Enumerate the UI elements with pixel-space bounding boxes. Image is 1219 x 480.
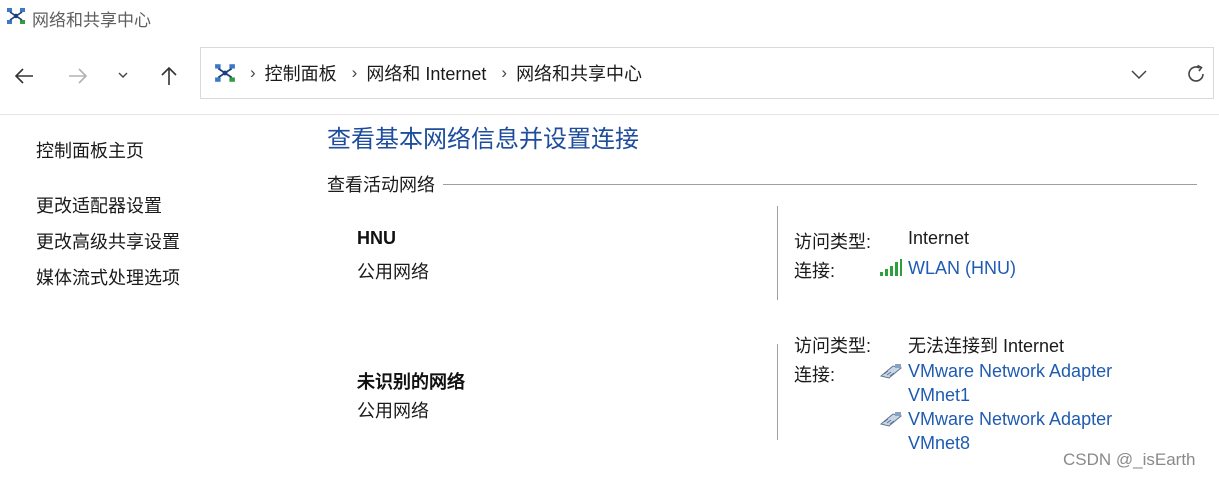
chevron-down-icon <box>118 72 128 78</box>
network-center-icon <box>6 6 26 26</box>
network-type-link[interactable]: 公用网络 <box>357 397 429 423</box>
forward-button[interactable] <box>64 62 92 90</box>
adapter-name: VMware Network Adapter <box>908 361 1113 381</box>
section-divider <box>440 184 1197 185</box>
network-divider <box>777 206 778 300</box>
chevron-right-icon: › <box>351 63 358 82</box>
adapter-id: VMnet1 <box>908 385 971 405</box>
sidebar-item-adapter-settings[interactable]: 更改适配器设置 <box>36 192 162 218</box>
network-center-icon <box>214 62 236 84</box>
recent-locations-button[interactable] <box>112 64 134 86</box>
access-type-value: Internet <box>908 228 970 248</box>
network-name: HNU <box>357 228 396 248</box>
breadcrumb: › 控制面板 › 网络和 Internet › 网络和共享中心 <box>241 48 648 98</box>
refresh-icon <box>1188 64 1204 82</box>
wifi-signal-icon <box>879 259 903 277</box>
sidebar-item-advanced-sharing[interactable]: 更改高级共享设置 <box>36 228 180 254</box>
refresh-button[interactable] <box>1183 61 1209 87</box>
ethernet-adapter-icon <box>879 410 903 428</box>
watermark: CSDN @_isEarth <box>1063 450 1196 469</box>
vmnet1-connection-link[interactable]: VMware Network Adapter VMnet1 <box>908 359 1112 407</box>
address-bar[interactable]: › 控制面板 › 网络和 Internet › 网络和共享中心 <box>200 47 1214 99</box>
vmnet8-connection-link[interactable]: VMware Network Adapter VMnet8 <box>908 407 1112 455</box>
chevron-right-icon: › <box>501 63 508 82</box>
address-dropdown-button[interactable] <box>1127 62 1151 86</box>
network-divider <box>777 344 778 440</box>
back-button[interactable] <box>10 62 38 90</box>
window-title: 网络和共享中心 <box>32 11 151 30</box>
up-button[interactable] <box>155 62 183 90</box>
page-title: 查看基本网络信息并设置连接 <box>327 126 639 153</box>
breadcrumb-network-internet[interactable]: 网络和 Internet <box>366 60 486 86</box>
breadcrumb-network-sharing-center[interactable]: 网络和共享中心 <box>516 60 642 86</box>
arrow-left-icon <box>14 68 33 84</box>
access-type-value: 无法连接到 Internet <box>908 336 1065 356</box>
chevron-right-icon: › <box>250 63 256 82</box>
sidebar-item-media-streaming[interactable]: 媒体流式处理选项 <box>36 264 180 290</box>
ethernet-adapter-icon <box>879 362 903 380</box>
adapter-name: VMware Network Adapter <box>908 409 1113 429</box>
sidebar-home-link[interactable]: 控制面板主页 <box>36 137 144 163</box>
connection-label: 连接: <box>794 365 836 385</box>
access-type-label: 访问类型: <box>794 232 872 252</box>
network-type-link[interactable]: 公用网络 <box>357 258 429 284</box>
arrow-right-icon <box>69 68 88 84</box>
arrow-up-icon <box>161 66 177 85</box>
network-name: 未识别的网络 <box>357 372 465 392</box>
breadcrumb-control-panel[interactable]: 控制面板 <box>265 60 337 86</box>
access-type-label: 访问类型: <box>794 336 872 356</box>
header-divider <box>0 114 1219 115</box>
chevron-down-icon <box>1131 70 1147 80</box>
connection-label: 连接: <box>794 261 836 281</box>
wlan-connection-link[interactable]: WLAN (HNU) <box>908 256 1016 280</box>
section-title: 查看活动网络 <box>327 171 443 197</box>
